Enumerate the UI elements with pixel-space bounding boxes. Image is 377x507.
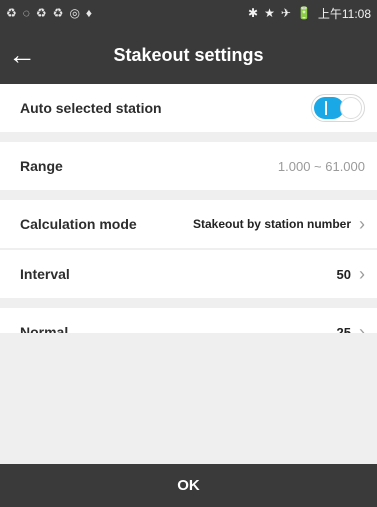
divider — [0, 298, 377, 308]
range-value: 1.000 ~ 61.000 — [277, 158, 365, 174]
empty-area — [0, 333, 377, 464]
auto-station-toggle[interactable] — [311, 94, 365, 122]
page-title: Stakeout settings — [113, 44, 264, 65]
bluetooth-icon: ✱ — [248, 6, 259, 20]
ok-label: OK — [177, 477, 200, 494]
signal-icon: ✈ — [280, 6, 291, 20]
back-button[interactable]: ← — [0, 26, 44, 84]
calculation-mode-label: Calculation mode — [20, 216, 137, 232]
battery-icon: 🔋 — [296, 6, 312, 20]
interval-row[interactable]: Interval 50 › — [0, 250, 377, 298]
ok-button[interactable]: OK — [0, 464, 377, 507]
status-icon: ♻ — [52, 6, 64, 20]
status-icon: ◌ — [22, 6, 30, 20]
auto-selected-station-row[interactable]: Auto selected station — [0, 84, 377, 132]
app-bar: ← Stakeout settings — [0, 26, 377, 84]
auto-station-label: Auto selected station — [20, 100, 162, 116]
interval-value: 50 — [336, 266, 351, 282]
status-icon: ♻ — [35, 6, 47, 20]
calculation-mode-row[interactable]: Calculation mode Stakeout by station num… — [0, 200, 377, 248]
divider — [0, 190, 377, 200]
status-icon: ♻ — [6, 6, 17, 20]
toggle-knob — [340, 97, 362, 119]
toggle-on-mark — [325, 101, 327, 115]
interval-label: Interval — [20, 266, 70, 282]
chevron-right-icon: › — [359, 213, 365, 234]
status-icons-left: ♻ ◌ ♻ ♻ ◎ ♦ — [6, 6, 92, 20]
arrow-left-icon: ← — [8, 39, 36, 70]
range-label: Range — [20, 158, 63, 174]
status-icon: ◎ — [69, 6, 80, 20]
status-icon: ♦ — [85, 6, 93, 20]
status-time: 上午11:08 — [317, 6, 371, 21]
status-icons-right: ✱ ★ ✈ 🔋 上午11:08 — [248, 5, 371, 22]
chevron-right-icon: › — [359, 263, 365, 284]
star-icon: ★ — [264, 6, 275, 20]
status-bar: ♻ ◌ ♻ ♻ ◎ ♦ ✱ ★ ✈ 🔋 上午11:08 — [0, 0, 377, 26]
range-row: Range 1.000 ~ 61.000 — [0, 142, 377, 190]
divider — [0, 132, 377, 142]
calculation-mode-value: Stakeout by station number — [192, 217, 351, 231]
